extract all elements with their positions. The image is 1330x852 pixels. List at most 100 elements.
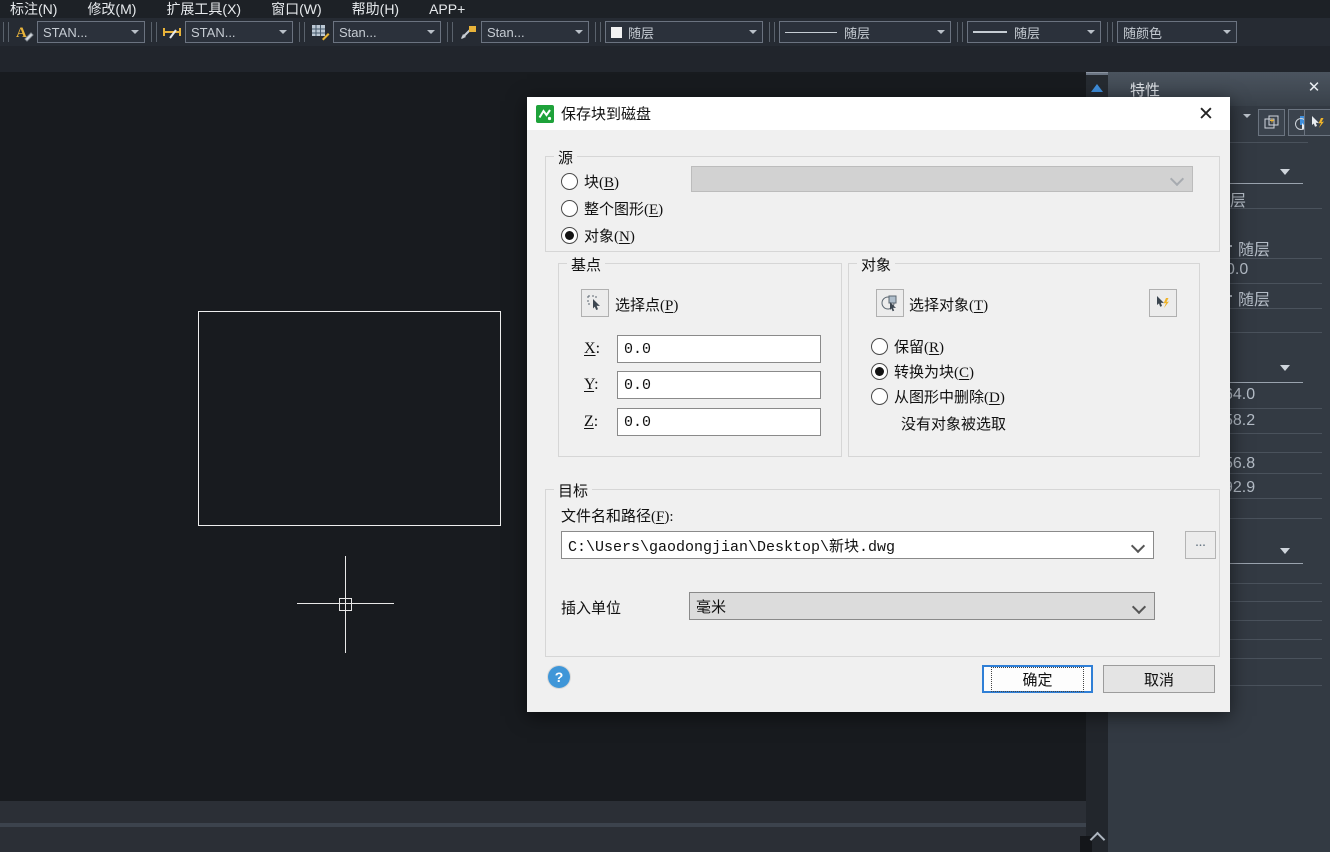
linetype-preview — [785, 32, 837, 33]
help-button[interactable]: ? — [548, 666, 570, 688]
source-group-label: 源 — [554, 147, 577, 168]
z-input[interactable] — [617, 408, 821, 436]
dropdown-arrow-icon — [1223, 30, 1231, 34]
menu-help[interactable]: 帮助(H) — [337, 0, 414, 19]
chevron-down-icon — [1170, 172, 1184, 186]
mleader-style-dropdown[interactable]: Stan... — [481, 21, 589, 43]
dropdown-arrow-icon — [937, 30, 945, 34]
pick-point-button[interactable] — [581, 289, 609, 317]
dialog-close-button[interactable]: ✕ — [1194, 102, 1218, 126]
x-label: X: — [584, 340, 600, 358]
dropdown-arrow-icon — [575, 30, 583, 34]
styles-toolbar: A STAN... STAN... Stan... Stan... 随层 — [0, 18, 1330, 46]
basepoint-group: 基点 选择点(P) X: Y: Z: — [558, 263, 842, 457]
toolbar-grip[interactable] — [447, 22, 453, 42]
lineweight-control-dropdown[interactable]: 随层 — [967, 21, 1101, 43]
cancel-button[interactable]: 取消 — [1103, 665, 1215, 693]
basepoint-group-label: 基点 — [567, 254, 605, 275]
chevron-down-icon[interactable] — [1131, 539, 1145, 553]
toolbar-grip[interactable] — [769, 22, 775, 42]
scrollbar-top-widget[interactable] — [1086, 72, 1108, 97]
menu-app-plus[interactable]: APP+ — [414, 1, 480, 17]
toolbar-grip[interactable] — [1107, 22, 1113, 42]
copy-properties-button[interactable] — [1258, 109, 1285, 136]
linetype-control-dropdown[interactable]: 随层 — [779, 21, 951, 43]
table-style-dropdown[interactable]: Stan... — [333, 21, 441, 43]
select-objects-label: 选择对象(T) — [909, 294, 988, 315]
crosshair-pickbox — [339, 598, 352, 611]
toolbar-empty-strip — [0, 46, 1330, 72]
prop-value-fragment[interactable]: 随层 — [1238, 236, 1270, 260]
menu-dimension[interactable]: 标注(N) — [0, 0, 72, 19]
mleader-style-icon — [457, 21, 479, 43]
selection-status-text: 没有对象被选取 — [901, 413, 1006, 434]
menu-modify[interactable]: 修改(M) — [72, 0, 151, 19]
radio-block-label: 块(B) — [584, 171, 619, 192]
color-control-dropdown[interactable]: 随层 — [605, 21, 763, 43]
properties-object-dropdown[interactable] — [1238, 118, 1251, 136]
menu-bar: 标注(N) 修改(M) 扩展工具(X) 窗口(W) 帮助(H) APP+ — [0, 0, 1330, 18]
dropdown-arrow-icon — [749, 30, 757, 34]
section-collapse-icon[interactable] — [1280, 365, 1290, 371]
chevron-down-icon[interactable] — [1132, 600, 1146, 614]
pick-point-label: 选择点(P) — [615, 294, 678, 315]
quick-select-icon — [1153, 293, 1173, 313]
command-line-strip[interactable] — [0, 801, 1086, 823]
radio-objects[interactable]: 对象(N) — [561, 225, 635, 246]
drawn-rectangle[interactable] — [198, 311, 501, 526]
dropdown-arrow-icon — [131, 30, 139, 34]
scroll-up-icon — [1091, 84, 1103, 92]
radio-retain[interactable]: 保留(R) — [871, 336, 944, 357]
properties-close-icon[interactable]: ✕ — [1306, 80, 1322, 96]
dim-style-dropdown[interactable]: STAN... — [185, 21, 293, 43]
pick-point-icon — [585, 293, 605, 313]
dialog-title-bar[interactable]: 保存块到磁盘 ✕ — [527, 97, 1230, 130]
dropdown-arrow-icon — [427, 30, 435, 34]
prop-value-fragment[interactable]: 随层 — [1238, 286, 1270, 310]
x-input[interactable] — [617, 335, 821, 363]
objects-group: 对象 选择对象(T) 保留(R) 转换为 — [848, 263, 1200, 457]
quick-select-button[interactable] — [1149, 289, 1177, 317]
insert-units-label: 插入单位 — [561, 597, 621, 618]
filepath-combo[interactable]: C:\Users\gaodongjian\Desktop\新块.dwg — [561, 531, 1154, 559]
radio-delete-label: 从图形中删除(D) — [894, 386, 1005, 407]
toolbar-grip[interactable] — [151, 22, 157, 42]
y-input[interactable] — [617, 371, 821, 399]
menu-express-tools[interactable]: 扩展工具(X) — [151, 0, 256, 19]
section-collapse-icon[interactable] — [1280, 169, 1290, 175]
dropdown-arrow-icon — [1087, 30, 1095, 34]
dialog-title: 保存块到磁盘 — [561, 103, 651, 124]
radio-circle — [561, 173, 578, 190]
radio-circle — [871, 363, 888, 380]
radio-convert-label: 转换为块(C) — [894, 361, 974, 382]
plotstyle-control-dropdown[interactable]: 随颜色 — [1117, 21, 1237, 43]
color-swatch — [611, 27, 622, 38]
section-collapse-icon[interactable] — [1280, 548, 1290, 554]
menu-window[interactable]: 窗口(W) — [256, 0, 337, 19]
toolbar-grip[interactable] — [595, 22, 601, 42]
ok-button[interactable]: 确定 — [982, 665, 1093, 693]
radio-convert-to-block[interactable]: 转换为块(C) — [871, 361, 974, 382]
select-objects-button[interactable] — [876, 289, 904, 317]
dropdown-arrow-icon — [1243, 114, 1251, 135]
lineweight-preview — [973, 31, 1007, 33]
radio-entire-drawing[interactable]: 整个图形(E) — [561, 198, 663, 219]
toolbar-grip[interactable] — [957, 22, 963, 42]
y-label: Y: — [584, 376, 599, 394]
filepath-label: 文件名和路径(F): — [561, 505, 674, 526]
block-name-combo — [691, 166, 1193, 192]
quick-select-panel-button[interactable] — [1304, 109, 1330, 136]
toolbar-grip[interactable] — [3, 22, 9, 42]
toolbar-grip[interactable] — [299, 22, 305, 42]
insert-units-combo[interactable]: 毫米 — [689, 592, 1155, 620]
radio-block[interactable]: 块(B) — [561, 171, 619, 192]
command-line-strip-2[interactable] — [0, 827, 1086, 852]
ok-button-label: 确定 — [991, 667, 1083, 692]
radio-delete-from-drawing[interactable]: 从图形中删除(D) — [871, 386, 1005, 407]
scroll-chevron-icon[interactable] — [1090, 832, 1106, 848]
text-style-dropdown[interactable]: STAN... — [37, 21, 145, 43]
wblock-dialog: 保存块到磁盘 ✕ 源 块(B) 整个图形(E) 对象(N) — [527, 97, 1230, 712]
browse-button[interactable]: ... — [1185, 531, 1216, 559]
z-label: Z: — [584, 413, 598, 431]
radio-circle — [561, 227, 578, 244]
